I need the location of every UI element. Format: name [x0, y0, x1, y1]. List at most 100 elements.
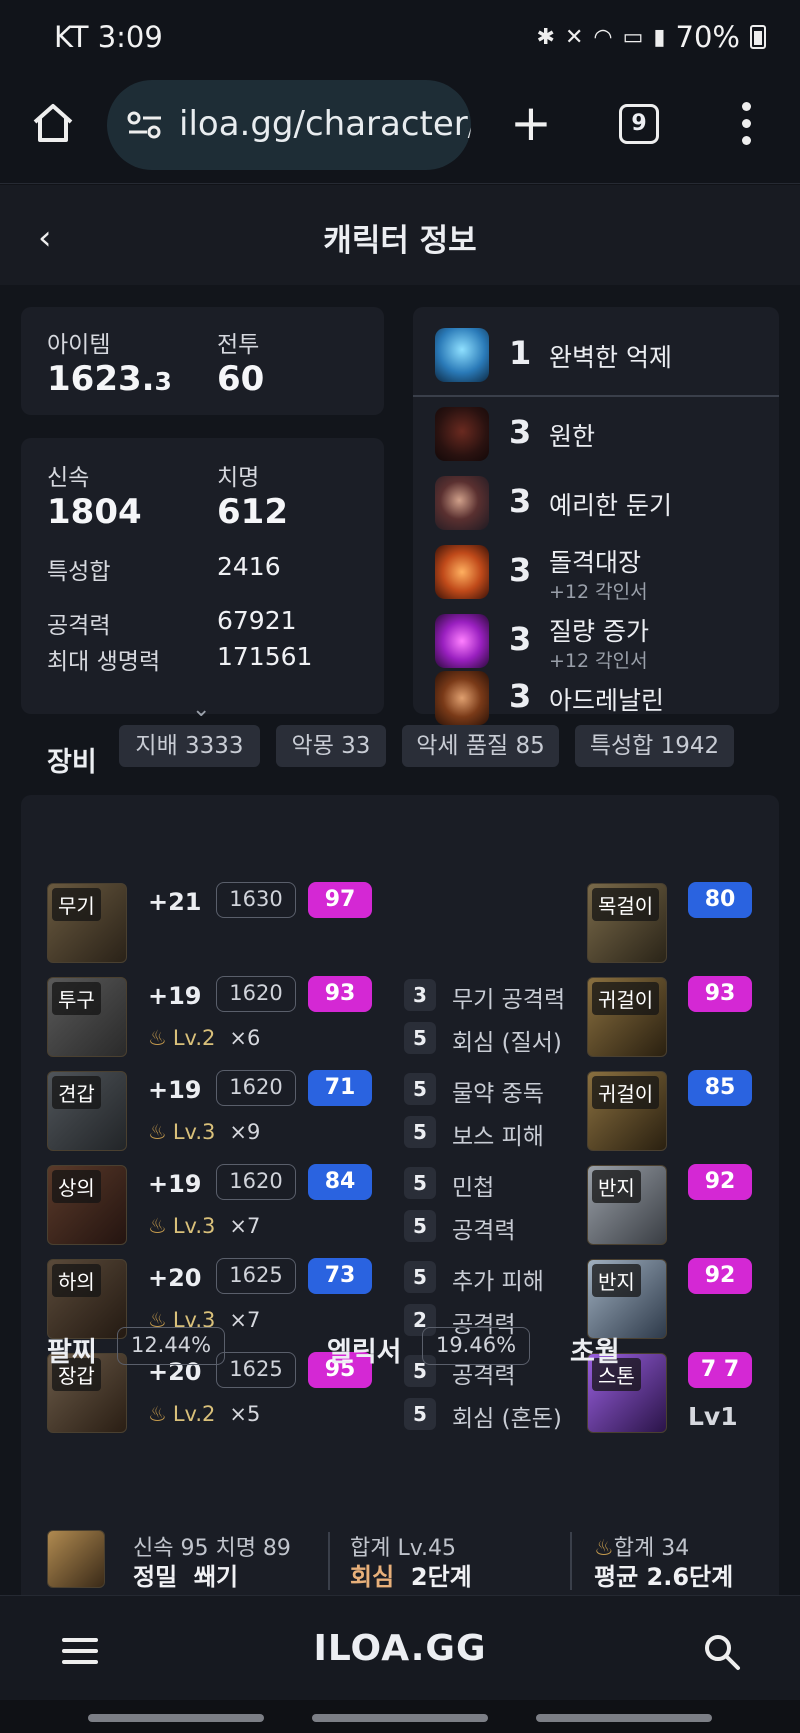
elixir-title: 엘릭서 — [327, 1337, 402, 1368]
bracelet-percent: 12.44% — [117, 1327, 225, 1365]
advanced-honing-level: Lv.3 — [172, 1214, 216, 1238]
bracelet-effect: 정밀 쐐기 — [133, 1557, 238, 1592]
earring-slot[interactable]: 귀걸이 — [587, 977, 667, 1057]
option-level: 5 — [404, 1022, 436, 1054]
site-footer-nav: ILOA.GG — [0, 1595, 800, 1700]
item-level-badge: 1620 — [216, 1164, 296, 1200]
engraving-top: 1 완벽한 억제 — [413, 322, 773, 392]
advanced-honing-mult: ×6 — [229, 1026, 261, 1050]
advanced-honing: ♨ Lv.3 ×7 — [148, 1214, 260, 1238]
expand-chevron-icon[interactable]: ⌄ — [192, 697, 210, 722]
address-bar[interactable]: iloa.gg/character/ — [107, 80, 471, 170]
bluetooth-icon: ✱ — [536, 24, 555, 50]
bracelet-icon[interactable] — [47, 1530, 105, 1588]
ring-slot[interactable]: 반지 — [587, 1165, 667, 1245]
equip-chip: 악몽 33 — [276, 725, 386, 767]
signal-icon: ▮ — [653, 24, 666, 50]
nav-handle[interactable] — [88, 1714, 264, 1722]
slot-label: 반지 — [592, 1170, 641, 1203]
item-level-badge: 1620 — [216, 976, 296, 1012]
equip-chip: 악세 품질 85 — [402, 725, 559, 767]
more-menu-icon[interactable] — [740, 102, 752, 146]
option-level: 5 — [404, 1116, 436, 1148]
engraving-name: 아드레날린 — [549, 686, 665, 715]
ring-slot[interactable]: 반지 — [587, 1259, 667, 1339]
new-tab-icon[interactable]: + — [510, 98, 552, 148]
flame-icon: ♨ — [148, 1402, 167, 1426]
engraving-item: 3 예리한 둔기 — [413, 470, 773, 540]
bracelet-title: 팔찌 — [47, 1337, 97, 1368]
swift-value: 1804 — [47, 492, 142, 532]
home-icon[interactable] — [30, 100, 76, 146]
site-logo[interactable]: ILOA.GG — [0, 1628, 800, 1669]
engraving-icon — [435, 671, 489, 725]
quality-badge: 84 — [308, 1164, 372, 1200]
advanced-honing-level: Lv.2 — [172, 1402, 216, 1426]
pants-slot[interactable]: 하의 — [47, 1259, 127, 1339]
engraving-icon — [435, 407, 489, 461]
screen: KT 3:09 ✱ ✕ ◠ ▭ ▮ 70% iloa.gg/character/… — [0, 0, 800, 1733]
quality-badge: 93 — [688, 976, 752, 1012]
option-name: 회심 (혼돈) — [452, 1406, 562, 1432]
option-level: 3 — [404, 979, 436, 1011]
search-icon[interactable] — [702, 1632, 742, 1672]
slot-label: 귀걸이 — [592, 1076, 660, 1109]
item-level-badge: 1630 — [216, 882, 296, 918]
option-name: 공격력 — [452, 1218, 516, 1244]
item-level-label: 아이템 — [47, 332, 111, 358]
option-name: 무기 공격력 — [452, 987, 566, 1013]
quality-badge: 7 7 — [688, 1352, 752, 1388]
quality-badge: 85 — [688, 1070, 752, 1106]
engraving-name: 돌격대장 — [549, 548, 642, 577]
trait-sum-value: 2416 — [217, 552, 281, 581]
option-level: 5 — [404, 1167, 436, 1199]
max-hp-label: 최대 생명력 — [47, 649, 161, 675]
status-bar: KT 3:09 ✱ ✕ ◠ ▭ ▮ 70% — [0, 0, 800, 72]
honing-level: +20 — [148, 1264, 202, 1292]
engraving-item: 3 질량 증가 +12 각인서 — [413, 608, 773, 678]
shoulder-slot[interactable]: 견갑 — [47, 1071, 127, 1151]
site-settings-icon[interactable] — [127, 110, 163, 140]
mute-icon: ✕ — [564, 24, 584, 50]
item-level-badge: 1625 — [216, 1352, 296, 1388]
slot-label: 견갑 — [52, 1076, 101, 1109]
trait-sum-label: 특성합 — [47, 559, 111, 585]
elixir-effect: 회심 2단계 — [350, 1557, 472, 1592]
quality-badge: 92 — [688, 1164, 752, 1200]
crit-value: 612 — [217, 492, 288, 532]
option-name: 추가 피해 — [452, 1269, 544, 1295]
flame-icon: ♨ — [148, 1120, 167, 1144]
honing-level: +19 — [148, 982, 202, 1010]
hd-icon: ▭ — [622, 24, 644, 50]
option-name: 회심 (질서) — [452, 1030, 562, 1056]
section-divider — [570, 1532, 572, 1590]
equipment-title: 장비 — [47, 747, 97, 778]
honing-level: +19 — [148, 1076, 202, 1104]
wifi-icon: ◠ — [593, 24, 613, 50]
chest-slot[interactable]: 상의 — [47, 1165, 127, 1245]
equip-chip: 특성합 1942 — [575, 725, 734, 767]
level-card: 아이템 1623.3 전투 60 — [21, 307, 384, 415]
advanced-honing-level: Lv.2 — [172, 1026, 216, 1050]
option-name: 물약 중독 — [452, 1081, 544, 1107]
helmet-slot[interactable]: 투구 — [47, 977, 127, 1057]
flame-icon: ♨ — [148, 1026, 167, 1050]
engraving-level: 3 — [509, 482, 532, 520]
transcend-title: 초월 — [570, 1337, 620, 1368]
engraving-sub: +12 각인서 — [549, 650, 648, 672]
engraving-name: 완벽한 억제 — [549, 343, 672, 372]
nav-handle[interactable] — [536, 1714, 712, 1722]
advanced-honing-mult: ×9 — [229, 1120, 261, 1144]
engraving-name: 원한 — [549, 422, 596, 451]
slot-label: 무기 — [52, 888, 101, 921]
quality-badge: 80 — [688, 882, 752, 918]
necklace-slot[interactable]: 목걸이 — [587, 883, 667, 963]
slot-label: 귀걸이 — [592, 982, 660, 1015]
earring-slot[interactable]: 귀걸이 — [587, 1071, 667, 1151]
quality-badge: 93 — [308, 976, 372, 1012]
nav-handle[interactable] — [312, 1714, 488, 1722]
stats-card[interactable]: 신속 1804 치명 612 특성합 2416 공격력 67921 최대 생명력… — [21, 438, 384, 714]
slot-label: 목걸이 — [592, 888, 660, 921]
tab-switcher-button[interactable]: 9 — [619, 104, 659, 144]
weapon-slot[interactable]: 무기 — [47, 883, 127, 963]
